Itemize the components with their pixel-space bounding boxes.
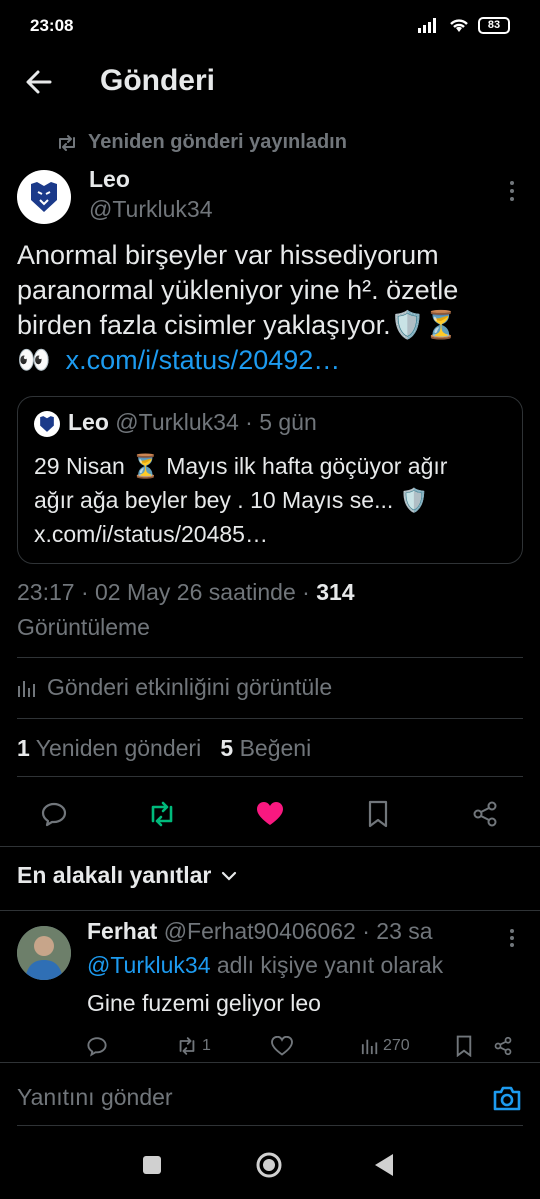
- analytics-icon: [361, 1039, 378, 1055]
- quote-time: · 5 gün: [245, 409, 317, 435]
- reply-like-button[interactable]: [271, 1032, 293, 1060]
- reply-header: Ferhat @Ferhat90406062 · 23 sa: [87, 918, 433, 945]
- share-icon: [494, 1036, 512, 1056]
- quote-text-line: x.com/i/status/20485…: [34, 521, 268, 547]
- post-activity-link[interactable]: Gönderi etkinliğini görüntüle: [17, 674, 332, 701]
- quote-header: Leo @Turkluk34 · 5 gün: [68, 409, 317, 436]
- views-label: Görüntüleme: [17, 614, 150, 640]
- divider: [0, 1062, 540, 1063]
- post-link[interactable]: x.com/i/status/20492…: [66, 345, 341, 375]
- status-bar: 23:08 83: [0, 0, 540, 52]
- repost-notice: Yeniden gönderi yayınladın: [56, 131, 347, 154]
- likes-label[interactable]: Beğeni: [240, 735, 312, 761]
- battery-indicator: 83: [478, 16, 510, 34]
- post-timestamp: 23:17 · 02 May 26 saatinde ·: [17, 579, 310, 605]
- post-text: Anormal birşeyler var hissediyorum paran…: [17, 238, 527, 378]
- divider: [17, 718, 523, 719]
- reply-time: · 23 sa: [362, 918, 433, 944]
- author-handle[interactable]: @Turkluk34: [89, 196, 212, 223]
- more-options-icon[interactable]: [503, 180, 521, 202]
- reposts-count[interactable]: 1: [17, 735, 30, 761]
- camera-icon[interactable]: [492, 1084, 522, 1112]
- status-time: 23:08: [30, 16, 74, 35]
- reply-views[interactable]: 270: [361, 1032, 410, 1060]
- person-photo-icon: [17, 926, 71, 980]
- quote-text-line: ağır ağa beyler bey . 10 Mayıs se... 🛡️: [34, 487, 429, 513]
- reply-author-handle[interactable]: @Ferhat90406062: [164, 918, 356, 944]
- reposts-label[interactable]: Yeniden gönderi: [36, 735, 201, 761]
- heart-icon: [257, 802, 283, 825]
- composer-underline: [17, 1125, 523, 1126]
- share-icon: [473, 801, 497, 827]
- reply-repost-button[interactable]: 1: [176, 1032, 211, 1060]
- views-count: 314: [316, 579, 355, 605]
- post-meta: 23:17 · 02 May 26 saatinde · 314 Görüntü…: [17, 575, 522, 645]
- recents-button-icon[interactable]: [141, 1154, 163, 1176]
- reply-bookmark-button[interactable]: [455, 1032, 473, 1060]
- status-icons: 83: [418, 16, 510, 34]
- reply-to-line: @Turkluk34 adlı kişiye yanıt olarak: [87, 952, 443, 979]
- divider: [17, 776, 523, 777]
- quote-avatar: [34, 411, 60, 437]
- repost-notice-text: Yeniden gönderi yayınladın: [88, 131, 347, 153]
- wifi-icon: [450, 19, 468, 32]
- reply-author-name[interactable]: Ferhat: [87, 918, 157, 944]
- reply-share-button[interactable]: [493, 1032, 513, 1060]
- reply-reply-button[interactable]: [86, 1032, 108, 1060]
- reply-avatar[interactable]: [17, 926, 71, 980]
- repost-button[interactable]: [144, 796, 180, 832]
- reply-to-suffix: adlı kişiye yanıt olarak: [216, 952, 444, 978]
- reply-composer-input[interactable]: Yanıtını gönder: [17, 1084, 173, 1111]
- divider: [0, 846, 540, 847]
- reply-repost-count: 1: [202, 1037, 211, 1054]
- activity-label: Gönderi etkinliğini görüntüle: [47, 674, 333, 700]
- reply-button[interactable]: [36, 796, 72, 832]
- lion-logo-icon: [31, 182, 57, 212]
- heart-outline-icon: [271, 1036, 293, 1056]
- signal-icon: [418, 18, 436, 33]
- system-nav-bar: [0, 1130, 540, 1199]
- likes-count[interactable]: 5: [220, 735, 233, 761]
- lion-logo-icon: [40, 416, 54, 432]
- quote-author-handle: @Turkluk34: [115, 409, 239, 435]
- quote-text: 29 Nisan ⏳ Mayıs ilk hafta göçüyor ağır …: [34, 449, 514, 551]
- like-button[interactable]: [252, 796, 288, 832]
- post-text-line: birden fazla cisimler yaklaşıyor.🛡️⏳: [17, 310, 458, 340]
- chevron-down-icon: [222, 871, 237, 881]
- replies-sort-dropdown[interactable]: En alakalı yanıtlar: [17, 862, 237, 889]
- back-arrow-icon[interactable]: [24, 62, 54, 102]
- reply-icon: [87, 1037, 107, 1057]
- author-name[interactable]: Leo: [89, 166, 130, 193]
- divider: [17, 657, 523, 658]
- bookmark-icon: [456, 1035, 472, 1057]
- post-text-line: Anormal birşeyler var hissediyorum: [17, 240, 439, 270]
- repost-icon: [59, 134, 75, 151]
- home-button-icon[interactable]: [254, 1150, 284, 1180]
- repost-icon: [151, 801, 173, 827]
- bookmark-button[interactable]: [360, 796, 396, 832]
- replies-sort-label: En alakalı yanıtlar: [17, 862, 212, 888]
- reply-to-handle[interactable]: @Turkluk34: [87, 952, 210, 978]
- reply-views-count: 270: [383, 1037, 410, 1054]
- reply-text: Gine fuzemi geliyor leo: [87, 990, 321, 1016]
- analytics-icon: [18, 680, 35, 697]
- avatar[interactable]: [17, 170, 71, 224]
- reply-icon: [41, 802, 67, 827]
- divider: [0, 910, 540, 911]
- quote-author-name: Leo: [68, 409, 109, 435]
- page-title: Gönderi: [100, 64, 216, 97]
- more-options-icon[interactable]: [503, 928, 521, 948]
- post-text-line: paranormal yükleniyor yine h². özetle: [17, 275, 459, 305]
- repost-icon: [179, 1037, 195, 1055]
- back-button-icon[interactable]: [373, 1152, 395, 1178]
- share-button[interactable]: [467, 796, 503, 832]
- post-emoji: 👀: [17, 345, 51, 375]
- post-stats: 1 Yeniden gönderi 5 Beğeni: [17, 735, 311, 762]
- bookmark-icon: [368, 800, 388, 828]
- quote-text-line: 29 Nisan ⏳ Mayıs ilk hafta göçüyor ağır: [34, 453, 448, 479]
- quoted-post[interactable]: Leo @Turkluk34 · 5 gün 29 Nisan ⏳ Mayıs …: [17, 396, 523, 564]
